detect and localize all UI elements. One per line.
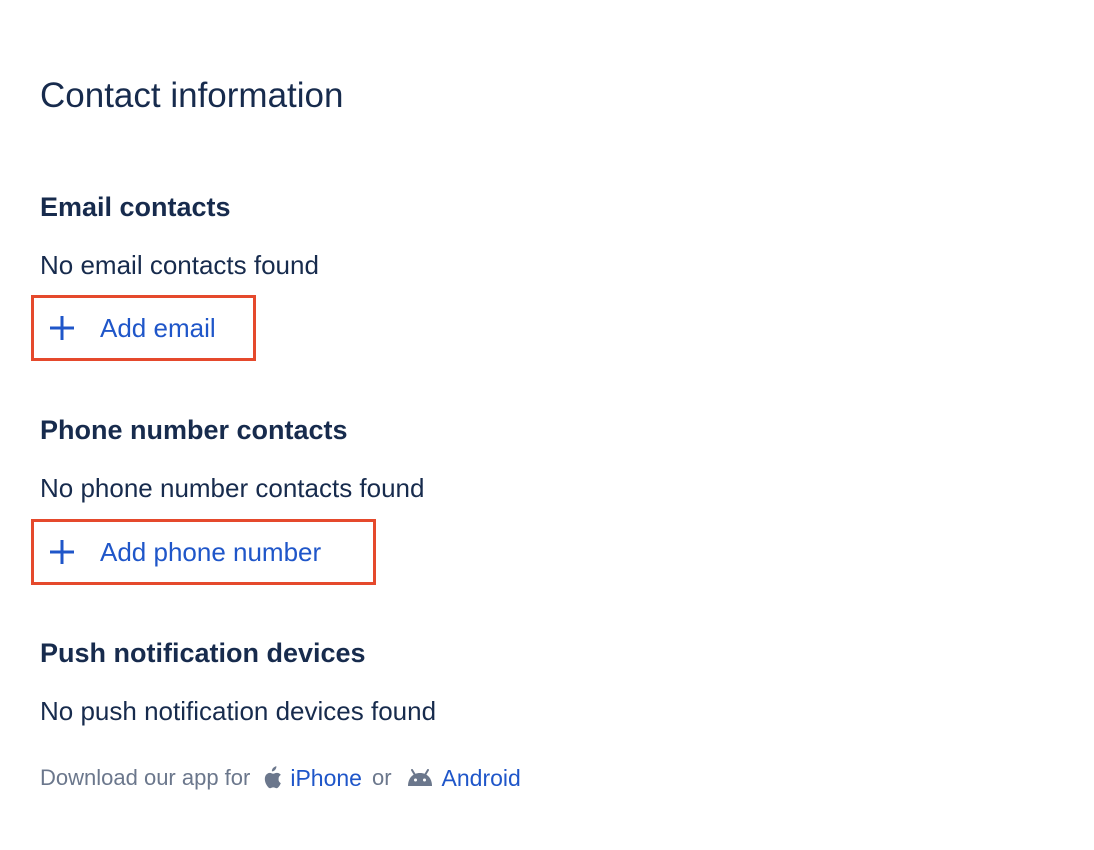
download-app-line: Download our app for iPhone or Android	[40, 762, 521, 794]
add-phone-number-button[interactable]: Add phone number	[31, 519, 376, 585]
plus-icon	[48, 538, 76, 566]
push-devices-heading: Push notification devices	[40, 638, 366, 668]
apple-icon	[262, 766, 282, 790]
download-prefix-text: Download our app for	[40, 765, 251, 790]
plus-icon	[48, 314, 76, 342]
android-icon	[406, 769, 434, 787]
add-email-label: Add email	[100, 313, 216, 343]
phone-empty-text: No phone number contacts found	[40, 473, 425, 503]
or-text: or	[371, 765, 392, 790]
email-empty-text: No email contacts found	[40, 250, 319, 280]
email-contacts-heading: Email contacts	[40, 192, 231, 222]
phone-contacts-heading: Phone number contacts	[40, 415, 348, 445]
add-phone-number-label: Add phone number	[100, 537, 322, 567]
push-empty-text: No push notification devices found	[40, 696, 437, 726]
page-title: Contact information	[40, 76, 344, 115]
add-email-button[interactable]: Add email	[31, 295, 256, 361]
iphone-link[interactable]: iPhone	[290, 762, 362, 794]
android-link[interactable]: Android	[442, 762, 521, 794]
